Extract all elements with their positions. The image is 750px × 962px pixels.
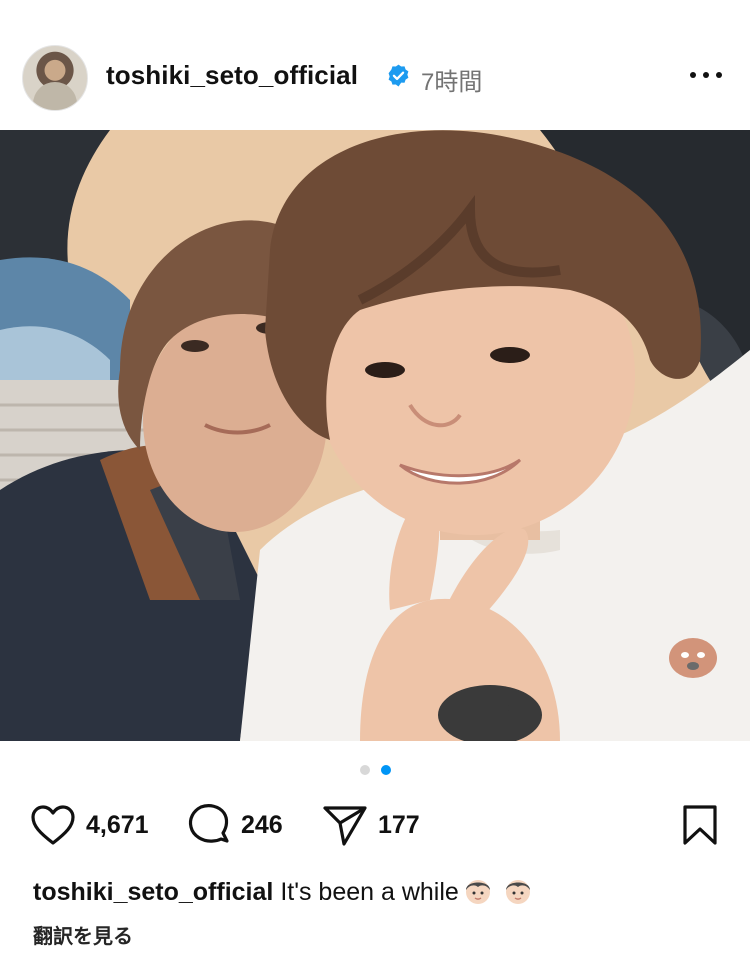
comment-action[interactable]: 246 (187, 800, 283, 850)
like-count: 4,671 (86, 810, 149, 839)
verified-badge-icon (388, 64, 409, 87)
username-link[interactable]: toshiki_seto_official (106, 60, 358, 91)
carousel-indicator (0, 765, 750, 777)
boy-emoji-icon (465, 880, 490, 904)
share-action[interactable]: 177 (322, 800, 420, 850)
boy-emoji-icon (505, 880, 530, 904)
comment-count: 246 (241, 810, 283, 839)
like-action[interactable]: 4,671 (30, 800, 149, 850)
carousel-dot[interactable] (359, 765, 370, 775)
post-photo[interactable] (0, 130, 750, 741)
more-options-icon[interactable] (690, 72, 722, 80)
heart-icon (31, 805, 75, 845)
caption-username[interactable]: toshiki_seto_official (33, 878, 273, 906)
post-header: toshiki_seto_official 7時間 (0, 0, 750, 130)
translate-link[interactable]: 翻訳を見る (33, 920, 133, 949)
post-timestamp: 7時間 (421, 69, 483, 96)
comment-icon (188, 804, 229, 843)
send-icon (323, 806, 367, 846)
action-bar: 4,671 246 177 (0, 800, 750, 860)
share-count: 177 (378, 810, 420, 839)
caption-text: It's been a while (280, 878, 459, 906)
carousel-dot[interactable] (380, 765, 391, 775)
profile-avatar[interactable] (22, 45, 88, 111)
bookmark-icon[interactable] (682, 804, 718, 846)
post-caption: toshiki_seto_official It's been a while (33, 876, 533, 907)
selfie-image (0, 130, 750, 741)
